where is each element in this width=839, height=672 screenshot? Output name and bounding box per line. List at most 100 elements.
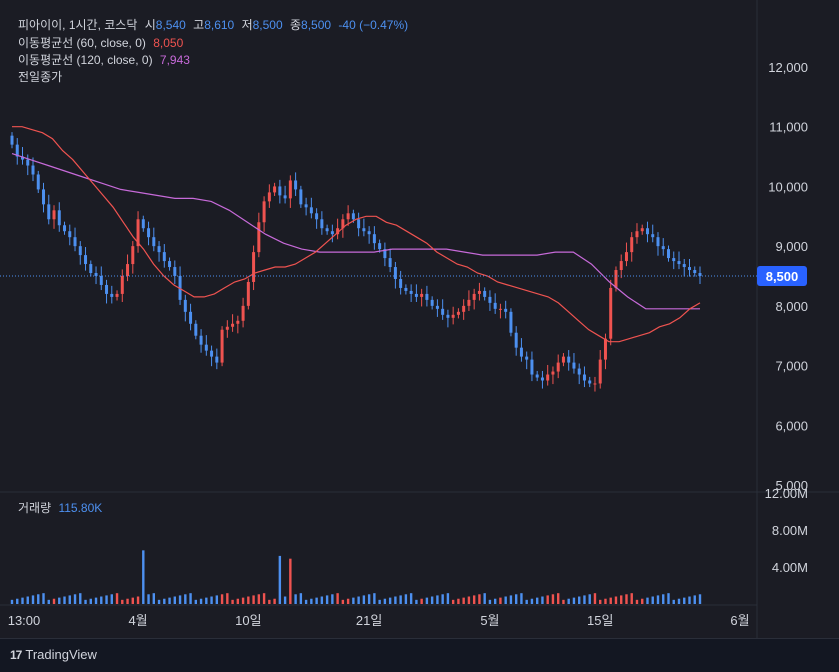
legend-change: -40 (−0.47%) xyxy=(338,18,409,32)
candle-body xyxy=(582,374,586,381)
candle-body xyxy=(666,249,670,259)
candle-body xyxy=(556,362,560,372)
candle-body xyxy=(635,231,639,238)
candle-body xyxy=(231,323,235,327)
volume-bar xyxy=(404,594,408,604)
legend-ma120[interactable]: 이동평균선 (120, close, 0) 7,943 xyxy=(18,53,190,68)
candle-body xyxy=(173,267,177,276)
candle-body xyxy=(609,287,613,339)
candle-body xyxy=(278,186,282,196)
volume-bar xyxy=(37,594,40,604)
axes-group: 8,500 12,000 11,000 10,000 9,000 8,000 7,000 6,… xyxy=(8,60,808,628)
brand-name: TradingView xyxy=(25,647,97,662)
volume-bar xyxy=(278,555,282,604)
volume-bar xyxy=(173,596,177,604)
volume-bar xyxy=(388,597,392,604)
volume-bar xyxy=(609,597,612,604)
candle-body xyxy=(630,237,634,253)
price-tick-label: 6,000 xyxy=(775,418,808,433)
volume-bar xyxy=(425,597,429,604)
candle-body xyxy=(393,267,397,279)
volume-bar xyxy=(268,599,271,604)
volume-bar xyxy=(16,598,19,604)
legend-volume[interactable]: 거래량 115.80K xyxy=(18,501,102,516)
ma120-line xyxy=(11,153,700,310)
volume-bar xyxy=(394,596,397,604)
legend-ma60[interactable]: 이동평균선 (60, close, 0) 8,050 xyxy=(18,36,183,51)
price-tick-label: 9,000 xyxy=(775,239,808,254)
volume-bar xyxy=(409,593,413,604)
volume-bar xyxy=(462,597,465,604)
candle-body xyxy=(362,228,366,232)
volume-tick-label: 12.00M xyxy=(765,486,808,501)
tradingview-brand[interactable]: 17 TradingView xyxy=(10,647,97,662)
legend-prev-close[interactable]: 전일종가 xyxy=(18,70,62,85)
current-price-label: 8,500 xyxy=(766,269,799,284)
volume-bar xyxy=(294,594,297,604)
candle-body xyxy=(435,305,439,309)
candle-body xyxy=(57,210,61,226)
candle-body xyxy=(52,210,56,220)
volume-tick-label: 4.00M xyxy=(772,560,808,575)
candle-body xyxy=(677,261,681,265)
footer-bar: 17 TradingView xyxy=(0,638,839,672)
volume-bar xyxy=(226,593,229,604)
volume-bar xyxy=(31,595,35,604)
volume-bar xyxy=(63,596,66,604)
volume-bar xyxy=(215,595,219,604)
time-tick-label: 4월 xyxy=(128,613,147,628)
candle-body xyxy=(78,246,82,256)
volume-bar xyxy=(567,598,570,604)
candle-body xyxy=(687,267,691,271)
candle-body xyxy=(147,228,151,238)
candle-body xyxy=(110,293,114,297)
candle-body xyxy=(645,228,649,235)
candle-body xyxy=(477,290,481,294)
volume-bars-group xyxy=(10,550,702,604)
volume-bar xyxy=(436,595,439,604)
volume-bar xyxy=(105,595,108,604)
candle-body xyxy=(546,374,550,381)
volume-bar xyxy=(651,596,654,604)
candle-body xyxy=(603,338,607,360)
volume-bar xyxy=(451,599,455,604)
volume-bar xyxy=(625,594,628,604)
price-tick-label: 8,000 xyxy=(775,299,808,314)
candle-body xyxy=(624,252,628,262)
volume-bar xyxy=(525,599,528,604)
volume-bar xyxy=(441,594,444,604)
candle-body xyxy=(572,362,576,369)
candle-body xyxy=(84,255,88,265)
volume-bar xyxy=(672,599,675,604)
volume-bar xyxy=(241,597,245,604)
volume-bar xyxy=(42,593,45,604)
candle-body xyxy=(236,320,240,324)
candle-body xyxy=(157,246,161,253)
candle-body xyxy=(588,380,592,384)
candle-body xyxy=(283,195,287,199)
candle-body xyxy=(210,350,214,357)
volume-bar xyxy=(572,597,576,604)
candle-body xyxy=(430,299,434,306)
volume-bar xyxy=(467,596,471,604)
candle-body xyxy=(288,180,292,199)
candle-body xyxy=(320,219,324,229)
volume-bar xyxy=(220,594,224,604)
legend-symbol[interactable]: 피아이이, 1시간, 코스닥 xyxy=(18,18,137,32)
volume-bar xyxy=(630,593,633,604)
volume-bar xyxy=(541,596,544,604)
price-chart[interactable]: 8,500 12,000 11,000 10,000 9,000 8,000 7,000 6,… xyxy=(0,0,839,638)
volume-bar xyxy=(26,596,29,604)
candle-body xyxy=(598,359,602,384)
candle-body xyxy=(357,219,361,229)
volume-bar xyxy=(58,597,61,604)
volume-bar xyxy=(10,599,14,604)
legend-close-value: 8,500 xyxy=(301,18,332,32)
volume-bar xyxy=(698,594,702,604)
volume-bar xyxy=(178,595,182,604)
volume-bar xyxy=(157,599,161,604)
volume-bar xyxy=(446,593,450,604)
volume-bar xyxy=(562,599,565,604)
candle-body xyxy=(115,293,119,297)
volume-bar xyxy=(331,594,334,604)
